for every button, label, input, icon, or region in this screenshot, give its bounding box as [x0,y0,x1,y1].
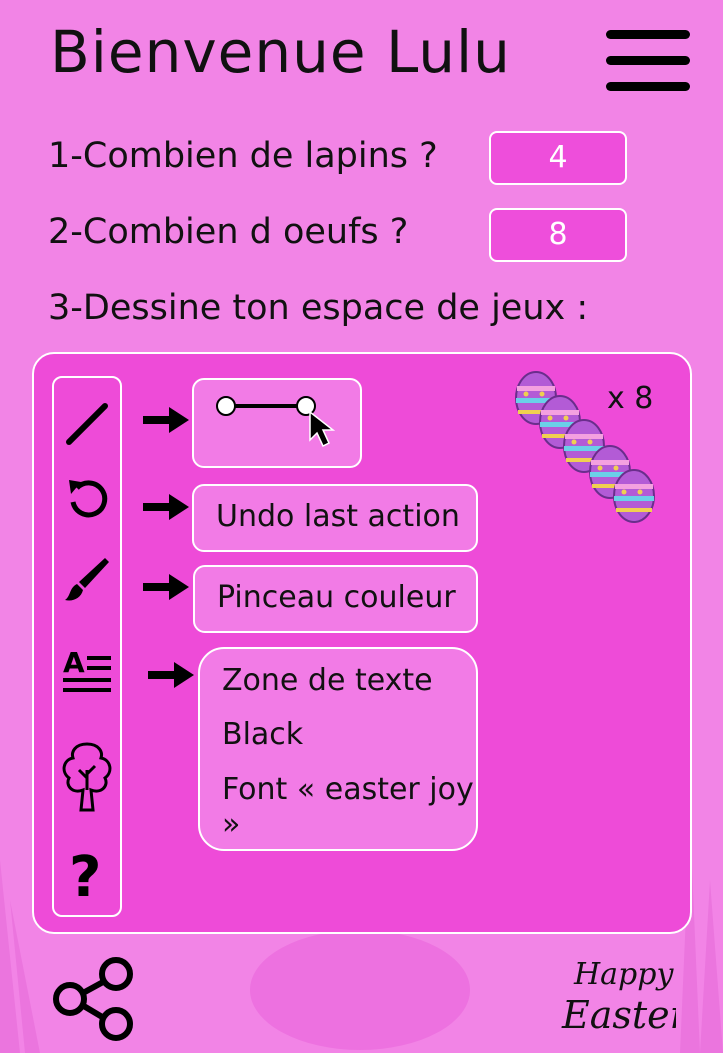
undo-icon[interactable] [54,466,120,530]
arrow-right-icon [148,662,194,688]
happy-easter-logo: Happy Easter [561,957,676,1037]
eggs-answer-field[interactable]: 8 [489,208,627,262]
line-tool-preview [192,378,362,468]
badge-line2: Easter [561,993,676,1037]
question-rabbits-label: 1-Combien de lapins ? [48,136,438,176]
svg-text:A: A [63,646,85,679]
text-zone-color: Black [222,717,304,752]
undo-label: Undo last action [216,499,460,534]
svg-text:?: ? [69,845,101,904]
text-zone-description: Zone de texte Black Font « easter joy » [198,647,478,851]
hamburger-menu-icon[interactable] [606,30,690,92]
arrow-right-icon [143,407,189,433]
help-icon[interactable]: ? [54,842,120,906]
brush-description: Pinceau couleur [193,565,478,633]
drawing-prompt: 3-Dessine ton espace de jeux : [48,288,589,328]
share-icon[interactable] [50,956,136,1042]
question-eggs-label: 2-Combien d oeufs ? [48,212,409,252]
line-segment-icon [216,396,336,448]
line-tool-icon[interactable] [54,392,120,456]
arrow-right-icon [143,494,189,520]
text-zone-font: Font « easter joy » [222,772,474,842]
tree-icon[interactable] [54,738,120,814]
brush-icon[interactable] [54,548,120,612]
text-format-icon[interactable]: A [54,640,120,704]
brush-label: Pinceau couleur [217,580,456,615]
undo-description: Undo last action [192,484,478,552]
drawing-toolbar: A ? [52,376,122,917]
arrow-right-icon [143,574,189,600]
egg-count: x 8 [607,381,654,416]
badge-line1: Happy [573,957,674,992]
page-title: Bienvenue Lulu [50,18,511,86]
text-zone-title: Zone de texte [222,663,433,698]
rabbits-answer-field[interactable]: 4 [489,131,627,185]
